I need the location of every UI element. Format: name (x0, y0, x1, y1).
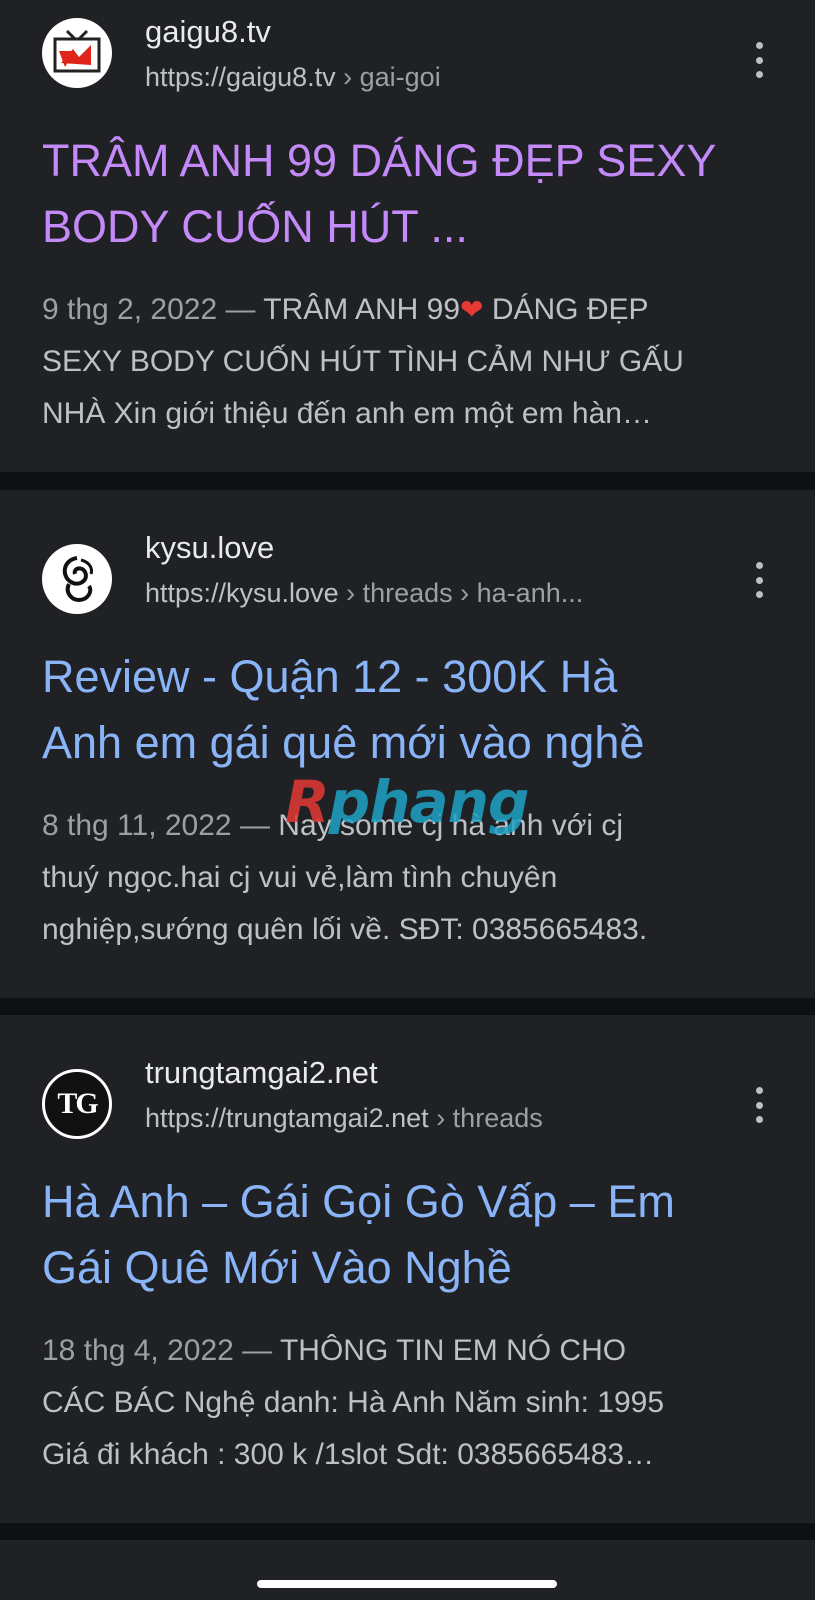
site-name: gaigu8.tv (145, 14, 271, 49)
url-path: › threads › ha-anh... (346, 578, 584, 608)
result-date: 8 thg 11, 2022 — (42, 809, 270, 842)
title-line: Review - Quận 12 - 300K Hà (42, 651, 618, 702)
result-title-link[interactable]: Hà Anh – Gái Gọi Gò Vấp – Em Gái Quê Mới… (42, 1169, 782, 1301)
snippet-line: NHÀ Xin giới thiệu đến anh em một em hàn… (42, 397, 652, 430)
more-options-icon[interactable] (753, 42, 765, 78)
site-url[interactable]: https://trungtamgai2.net › threads (145, 1103, 543, 1134)
result-snippet: 9 thg 2, 2022 — TRÂM ANH 99❤ DÁNG ĐẸP SE… (42, 284, 782, 440)
url-base: https://kysu.love (145, 578, 339, 608)
tv-logo-icon (42, 18, 112, 88)
title-line: Anh em gái quê mới vào nghề (42, 717, 645, 768)
tg-logo-icon: TG (42, 1069, 112, 1139)
watermark-logo: Rphang (285, 768, 530, 836)
result-date: 18 thg 4, 2022 — (42, 1334, 273, 1367)
site-name: kysu.love (145, 530, 275, 565)
search-result-partial (0, 1540, 815, 1600)
site-url[interactable]: https://kysu.love › threads › ha-anh... (145, 578, 583, 609)
snippet-line: SEXY BODY CUỐN HÚT TÌNH CẢM NHƯ GẤU (42, 345, 684, 378)
more-options-icon[interactable] (753, 1087, 765, 1123)
site-name: trungtamgai2.net (145, 1055, 378, 1090)
search-result-1: gaigu8.tv https://gaigu8.tv › gai-goi TR… (0, 0, 815, 472)
search-result-3: TG trungtamgai2.net https://trungtamgai2… (0, 1015, 815, 1523)
home-indicator[interactable] (257, 1580, 557, 1588)
title-line: BODY CUỐN HÚT ... (42, 201, 468, 252)
snippet-line: Giá đi khách : 300 k /1slot Sdt: 0385665… (42, 1438, 655, 1471)
site-url[interactable]: https://gaigu8.tv › gai-goi (145, 62, 441, 93)
heart-icon: ❤ (460, 293, 484, 326)
watermark-rest: phang (328, 768, 530, 836)
title-line: Gái Quê Mới Vào Nghề (42, 1242, 512, 1293)
url-path: › gai-goi (343, 62, 441, 92)
favicon-text: TG (57, 1087, 98, 1120)
snippet-line: thuý ngọc.hai cj vui vẻ,làm tình chuyên (42, 861, 558, 894)
snippet-line: nghiệp,sướng quên lối về. SĐT: 038566548… (42, 913, 648, 946)
url-base: https://gaigu8.tv (145, 62, 336, 92)
watermark-first: R (285, 768, 330, 836)
result-date: 9 thg 2, 2022 — (42, 293, 256, 326)
more-options-icon[interactable] (753, 562, 765, 598)
snippet-text: THÔNG TIN EM NÓ CHO (272, 1334, 627, 1367)
result-snippet: 18 thg 4, 2022 — THÔNG TIN EM NÓ CHO CÁC… (42, 1325, 782, 1481)
swirl-logo-icon (42, 544, 112, 614)
title-line: Hà Anh – Gái Gọi Gò Vấp – Em (42, 1176, 675, 1227)
snippet-line: CÁC BÁC Nghệ danh: Hà Anh Năm sinh: 1995 (42, 1386, 665, 1419)
result-title-link[interactable]: Review - Quận 12 - 300K Hà Anh em gái qu… (42, 644, 782, 776)
search-result-2: kysu.love https://kysu.love › threads › … (0, 490, 815, 998)
snippet-text: DÁNG ĐẸP (483, 293, 649, 326)
snippet-text: TRÂM ANH 99 (255, 293, 461, 326)
result-title-link[interactable]: TRÂM ANH 99 DÁNG ĐẸP SEXY BODY CUỐN HÚT … (42, 128, 782, 260)
url-base: https://trungtamgai2.net (145, 1103, 429, 1133)
url-path: › threads (436, 1103, 543, 1133)
title-line: TRÂM ANH 99 DÁNG ĐẸP SEXY (42, 135, 717, 186)
